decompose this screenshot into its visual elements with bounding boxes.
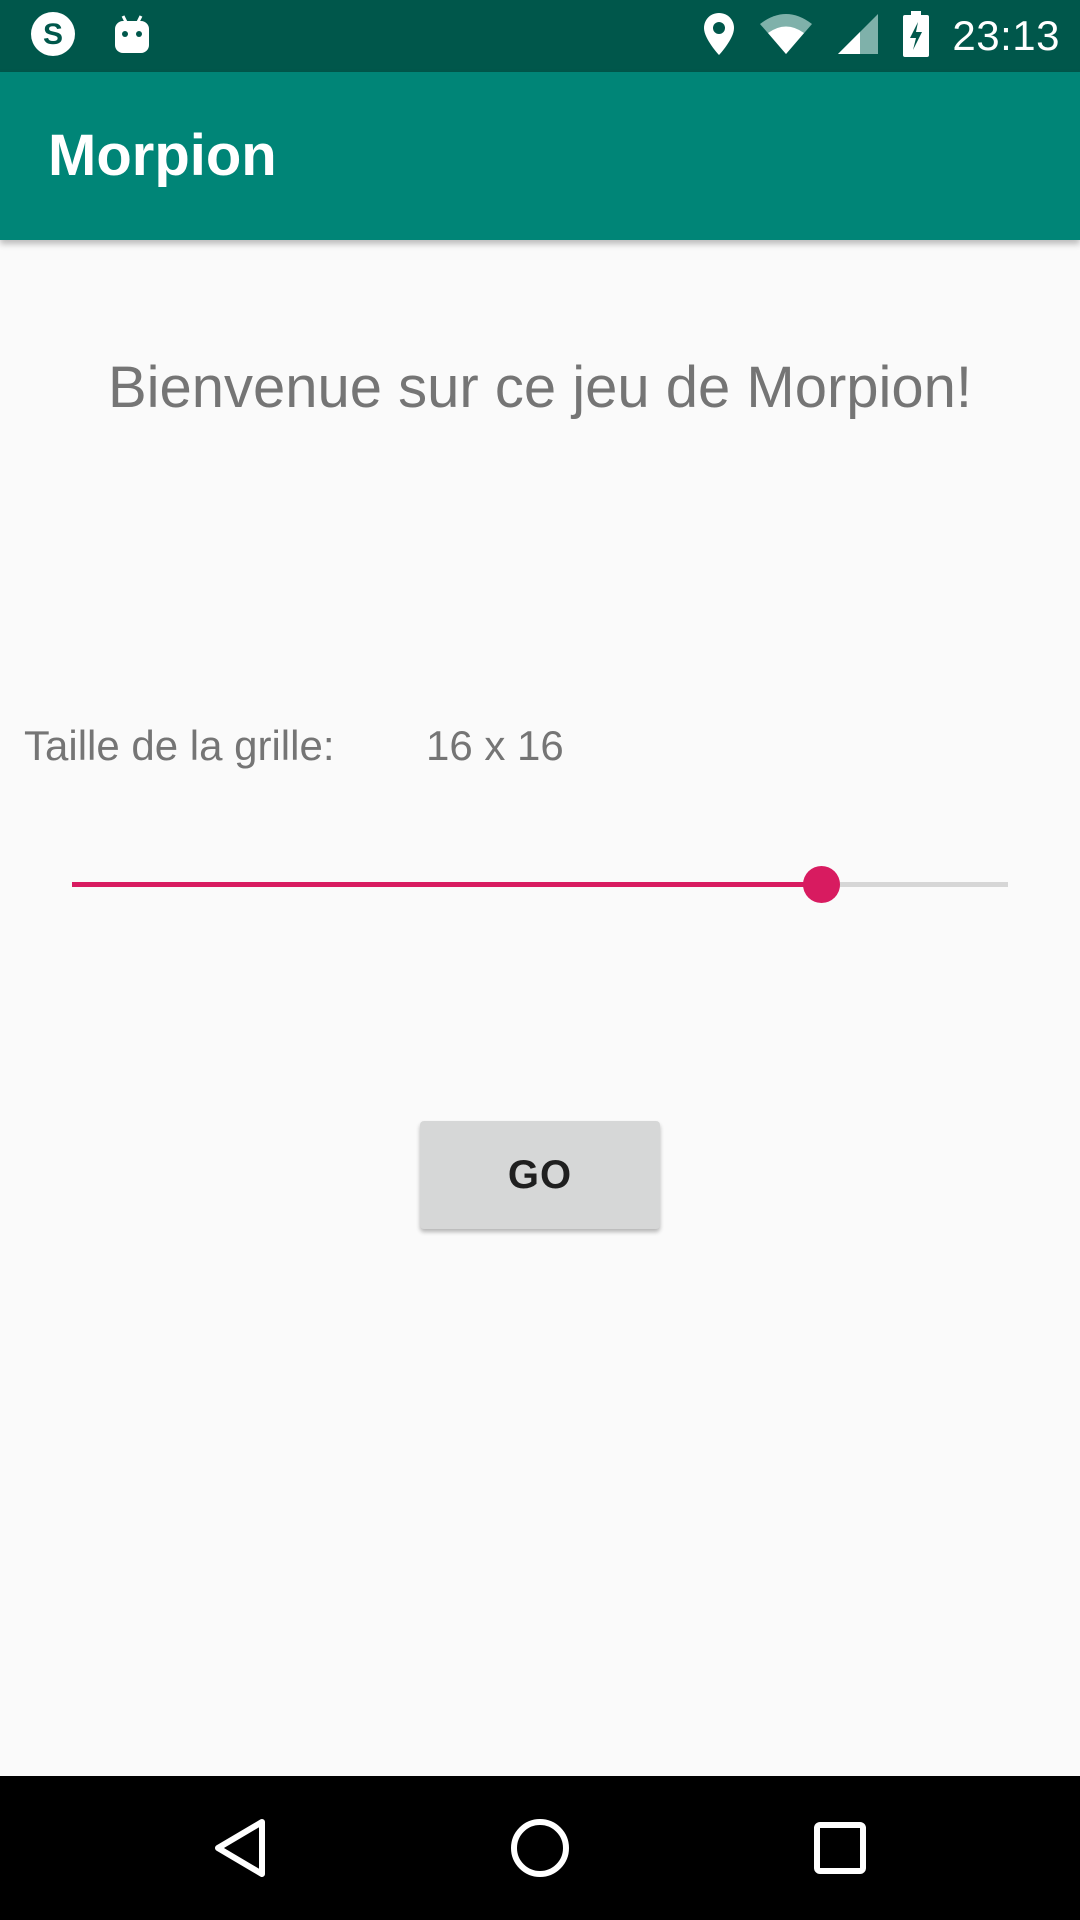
- slider-fill: [72, 882, 821, 887]
- status-bar-time: 23:13: [952, 12, 1060, 59]
- status-bar-system: 23:13: [702, 8, 1060, 64]
- go-button[interactable]: GO: [420, 1121, 660, 1229]
- status-bar-notifications: S: [28, 10, 152, 62]
- wifi-icon: [758, 12, 814, 61]
- location-icon: [702, 11, 736, 62]
- navigation-bar: [0, 1776, 1080, 1920]
- grid-size-label: Taille de la grille:: [24, 722, 335, 769]
- battery-charging-icon: [902, 10, 930, 63]
- grid-size-value: 16 x 16: [426, 722, 564, 769]
- app-bar: Morpion: [0, 72, 1080, 240]
- cell-signal-icon: [836, 12, 880, 61]
- skype-icon: S: [28, 9, 78, 64]
- grid-size-slider[interactable]: [72, 862, 1008, 906]
- app-title: Morpion: [48, 123, 277, 188]
- status-bar: S 23:13: [0, 0, 1080, 72]
- recents-icon[interactable]: [804, 1812, 876, 1884]
- svg-text:S: S: [43, 18, 63, 51]
- welcome-message: Bienvenue sur ce jeu de Morpion!: [107, 355, 973, 420]
- slider-thumb[interactable]: [802, 866, 840, 903]
- android-icon: [112, 12, 152, 61]
- home-icon[interactable]: [504, 1812, 576, 1884]
- back-icon[interactable]: [204, 1812, 276, 1884]
